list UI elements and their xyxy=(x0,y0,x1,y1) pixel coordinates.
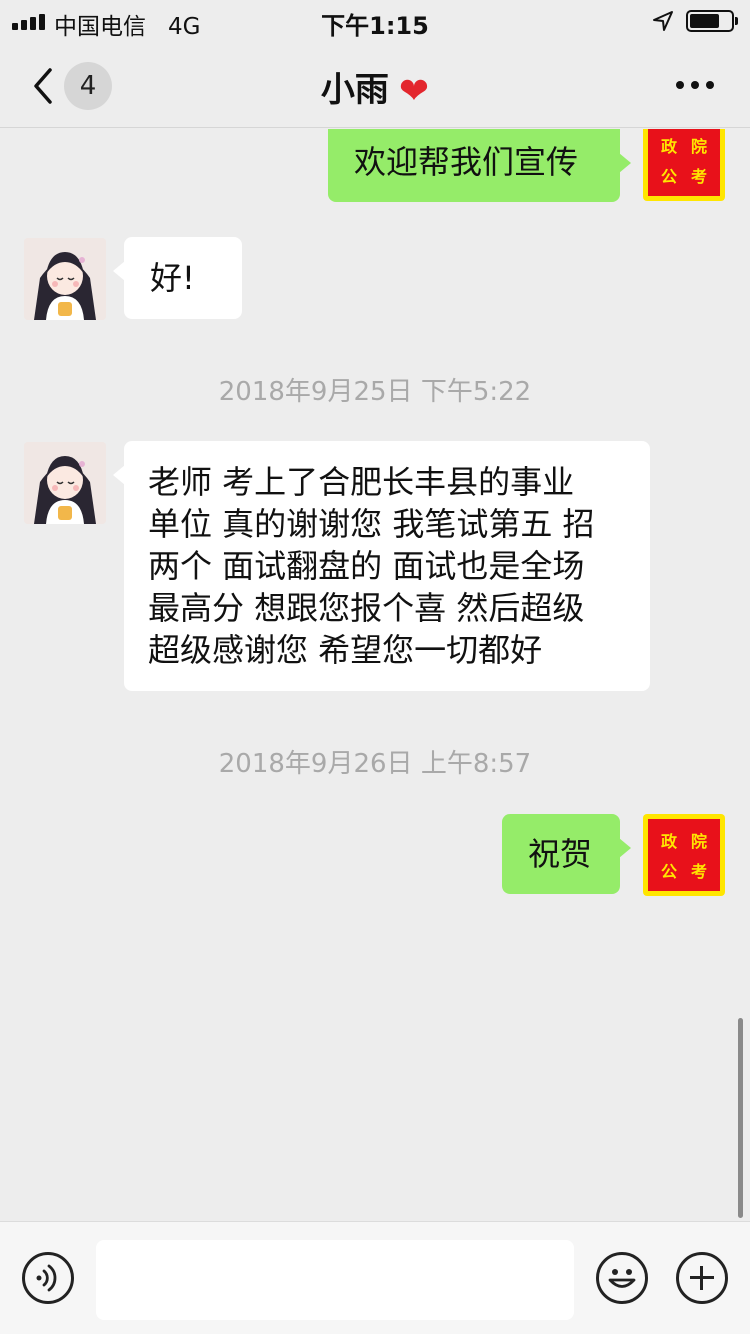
heart-emoji: ❤ xyxy=(398,71,430,112)
message-timestamp: 2018年9月26日 上午8:57 xyxy=(218,749,532,779)
message-timestamp: 2018年9月25日 下午5:22 xyxy=(218,377,532,407)
chat-header: 4 小雨 ❤ xyxy=(0,40,750,128)
emoji-icon xyxy=(608,1269,636,1288)
message-text: 好! xyxy=(150,259,195,297)
more-dot xyxy=(706,81,714,89)
chat-title: 小雨 ❤ xyxy=(0,62,750,112)
status-time: 下午1:15 xyxy=(321,12,429,40)
voice-input-button[interactable] xyxy=(22,1252,74,1304)
more-input-options-button[interactable] xyxy=(676,1252,728,1304)
message-line: 老师 考上了合肥长丰县的事业 xyxy=(148,463,575,501)
anime-girl-avatar-icon xyxy=(24,238,106,320)
message-bubble-outgoing[interactable]: 祝贺 xyxy=(502,814,631,894)
message-line: 最高分 想跟您报个喜 然后超级 xyxy=(148,589,585,627)
location-arrow-icon xyxy=(653,11,673,31)
message-line: 两个 面试翻盘的 面试也是全场 xyxy=(148,547,585,585)
seal-logo: 政 院 公 考 xyxy=(648,819,720,891)
seal-char: 考 xyxy=(690,862,707,881)
seal-char: 公 xyxy=(660,167,677,186)
message-input[interactable] xyxy=(96,1240,574,1320)
battery-icon xyxy=(686,10,738,32)
seal-char: 政 xyxy=(660,832,677,851)
more-options-button[interactable] xyxy=(670,70,720,100)
seal-char: 考 xyxy=(690,167,707,186)
seal-char: 院 xyxy=(690,832,707,851)
my-avatar[interactable]: 政 院 公 考 xyxy=(643,814,725,896)
anime-girl-avatar-icon xyxy=(24,442,106,524)
message-text: 祝贺 xyxy=(528,835,593,873)
scrollbar[interactable] xyxy=(738,1018,743,1218)
emoji-button[interactable] xyxy=(596,1252,648,1304)
seal-char: 公 xyxy=(660,862,677,881)
message-line: 单位 真的谢谢您 我笔试第五 招 xyxy=(148,505,595,543)
my-avatar[interactable]: 政 院 公 考 xyxy=(643,129,725,201)
contact-name: 小雨 xyxy=(320,70,389,110)
message-line: 超级感谢您 希望您一切都好 xyxy=(148,631,543,669)
message-bubble-incoming[interactable]: 好! xyxy=(113,237,242,319)
contact-avatar[interactable] xyxy=(24,442,106,524)
message-list[interactable]: 欢迎帮我们宣传 政 院 公 考 好! 2018年9月25日 下午5:22 老师 … xyxy=(0,129,750,1220)
message-bubble-outgoing[interactable]: 欢迎帮我们宣传 xyxy=(328,129,631,202)
message-bubble-incoming[interactable]: 老师 考上了合肥长丰县的事业 单位 真的谢谢您 我笔试第五 招 两个 面试翻盘的… xyxy=(113,441,650,691)
seal-char: 院 xyxy=(690,137,707,156)
more-dot xyxy=(691,81,699,89)
input-bar xyxy=(0,1221,750,1334)
more-dot xyxy=(676,81,684,89)
seal-char: 政 xyxy=(660,137,677,156)
seal-logo: 政 院 公 考 xyxy=(648,129,720,196)
contact-avatar[interactable] xyxy=(24,238,106,320)
voice-icon xyxy=(36,1264,57,1292)
status-bar: 中国电信 4G 下午1:15 xyxy=(0,0,750,40)
message-text: 欢迎帮我们宣传 xyxy=(354,143,579,181)
